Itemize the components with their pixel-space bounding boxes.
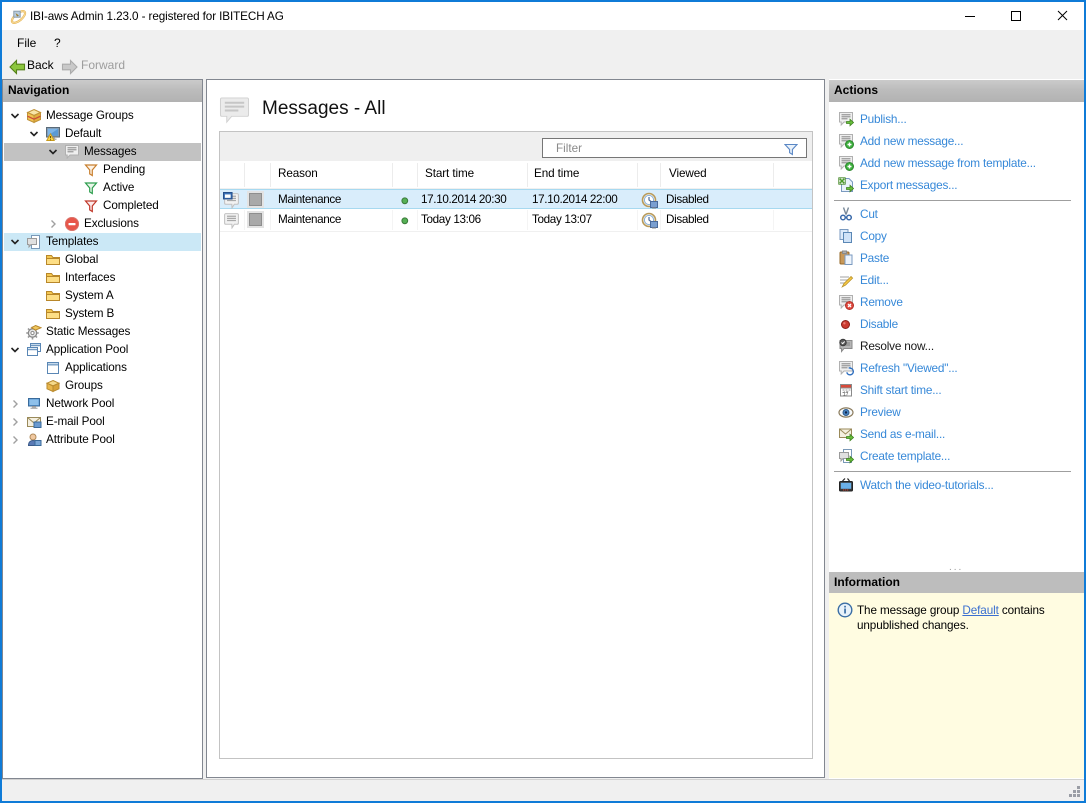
svg-text:17: 17 (843, 392, 849, 398)
